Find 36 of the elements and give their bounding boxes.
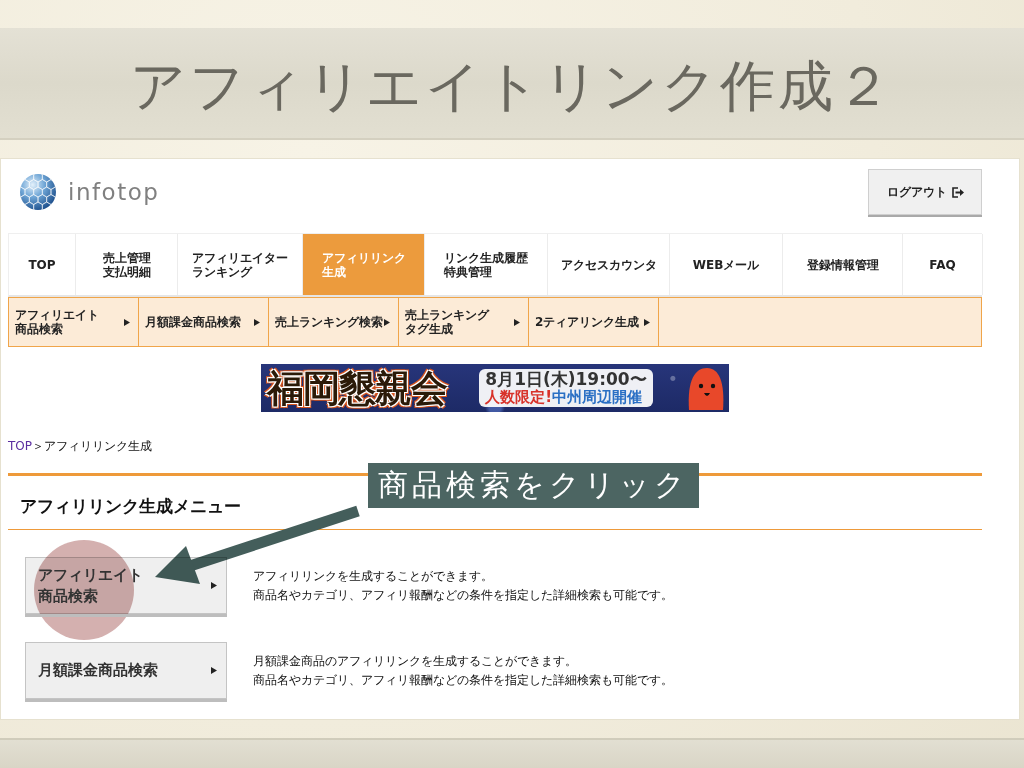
caret-right-icon <box>514 318 520 326</box>
caret-right-icon <box>644 318 650 326</box>
breadcrumb-link[interactable]: TOP <box>8 439 32 454</box>
sub-nav-item[interactable]: 売上ランキング検索 <box>269 298 399 346</box>
menu-button[interactable]: 月額課金商品検索 <box>25 642 227 699</box>
sub-nav-item[interactable]: 月額課金商品検索 <box>139 298 269 346</box>
caret-right-icon <box>211 582 217 589</box>
sub-nav-item[interactable]: 売上ランキング タグ生成 <box>399 298 529 346</box>
caret-right-icon <box>211 667 217 674</box>
breadcrumb-current: アフィリリンク生成 <box>44 439 152 454</box>
menu-description: アフィリリンクを生成することができます。 商品名やカテゴリ、アフィリ報酬などの条件を指定した詳細検索も可能です。 <box>253 567 673 604</box>
caret-right-icon <box>384 318 390 326</box>
menu-button[interactable]: アフィリエイト 商品検索 <box>25 557 227 614</box>
banner-date: 8月1日(木)19:00〜 <box>485 369 647 389</box>
logout-icon <box>951 186 964 198</box>
sub-nav-label: アフィリエイト 商品検索 <box>15 308 99 336</box>
banner-venue-text: 中州周辺開催 <box>552 389 643 407</box>
slide-title: アフィリエイトリンク作成２ <box>130 53 894 119</box>
annotation-callout: 商品検索をクリック <box>368 463 699 508</box>
sub-nav-item[interactable]: アフィリエイト 商品検索 <box>9 298 139 346</box>
sub-nav-label: 売上ランキング タグ生成 <box>405 308 489 336</box>
event-banner[interactable]: 福岡懇親会 8月1日(木)19:00〜 人数限定!中州周辺開催 <box>261 364 729 412</box>
sub-nav-item[interactable]: 2ティアリンク生成 <box>529 298 659 346</box>
menu-description: 月額課金商品のアフィリリンクを生成することができます。 商品名やカテゴリ、アフィリ報酬などの条件を指定した詳細検索も可能です。 <box>253 652 673 689</box>
sub-nav-label: 月額課金商品検索 <box>145 315 241 329</box>
banner-limit-text: 人数限定! <box>485 389 553 407</box>
sub-nav-label: 2ティアリンク生成 <box>535 315 640 329</box>
section-heading: アフィリリンク生成メニュー <box>20 495 241 518</box>
sub-nav-label: 売上ランキング検索 <box>275 315 383 329</box>
logout-button[interactable]: ログアウト <box>868 169 982 215</box>
globe-logo-icon <box>20 174 56 210</box>
breadcrumb-separator: ＞ <box>32 439 44 454</box>
caret-right-icon <box>254 318 260 326</box>
logo-text: infotop <box>68 179 160 205</box>
caret-right-icon <box>124 318 130 326</box>
banner-title: 福岡懇親会 <box>267 369 447 407</box>
